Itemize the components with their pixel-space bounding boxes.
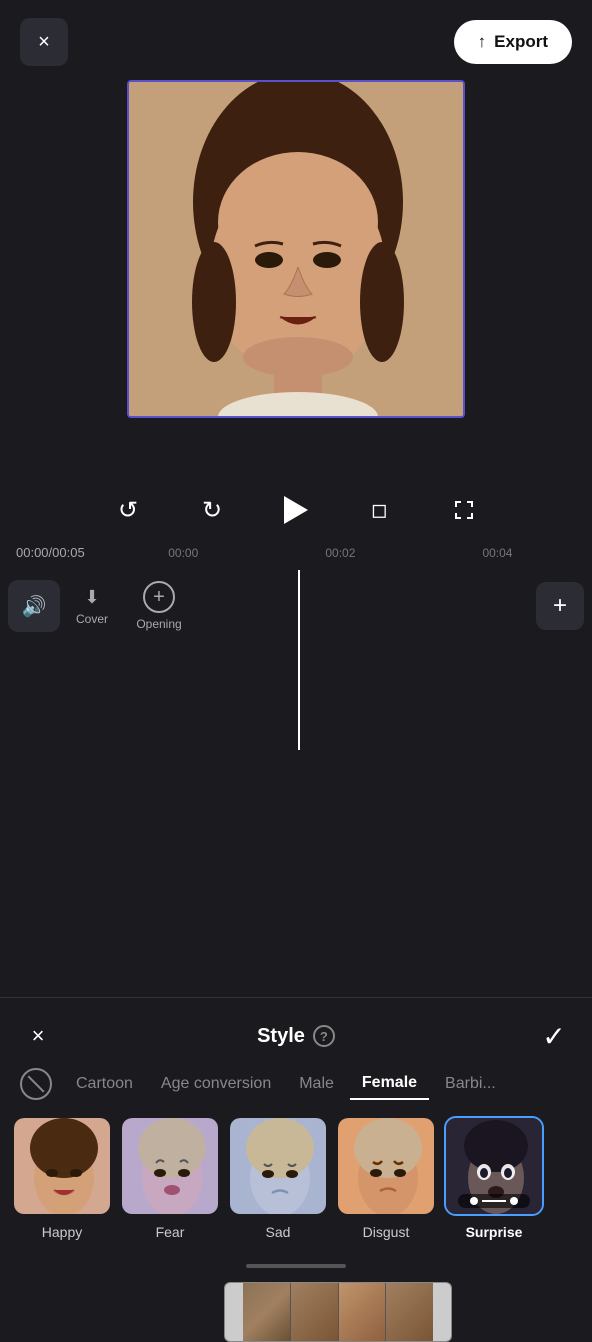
help-icon[interactable]: ? (313, 1025, 335, 1047)
style-item-disgust[interactable]: Disgust (336, 1116, 436, 1240)
style-panel: × Style ? ✓ Cartoon Age conversion Male … (0, 997, 592, 1280)
style-header: × Style ? ✓ (0, 998, 592, 1068)
clip-handle-left (225, 1282, 243, 1342)
style-label-sad: Sad (266, 1224, 291, 1240)
play-icon (284, 496, 308, 524)
style-item-happy[interactable]: Happy (12, 1116, 112, 1240)
opening-label: Opening (136, 617, 181, 631)
style-thumb-sad (228, 1116, 328, 1216)
style-item-fear[interactable]: Fear (120, 1116, 220, 1240)
clip-thumb-1 (243, 1283, 290, 1341)
redo-button[interactable]: ↻ (190, 488, 234, 532)
cover-icon: ⬇ (84, 587, 99, 608)
category-age-conversion[interactable]: Age conversion (149, 1069, 283, 1099)
clip-thumb-3 (339, 1283, 386, 1341)
style-item-sad[interactable]: Sad (228, 1116, 328, 1240)
fullscreen-button[interactable] (442, 488, 486, 532)
style-thumb-happy (12, 1116, 112, 1216)
cover-button[interactable]: ⬇ Cover (68, 579, 116, 634)
no-style-line (28, 1076, 45, 1093)
video-clip[interactable]: 3.0s (224, 1282, 452, 1342)
style-thumb-disgust (336, 1116, 436, 1216)
clip-thumbnails (243, 1283, 433, 1341)
style-thumb-surprise (444, 1116, 544, 1216)
video-preview (127, 80, 465, 418)
category-tabs: Cartoon Age conversion Male Female Barbi… (0, 1068, 592, 1100)
style-label-happy: Happy (42, 1224, 82, 1240)
style-thumb-fear (120, 1116, 220, 1216)
category-cartoon[interactable]: Cartoon (64, 1069, 145, 1099)
style-label-surprise: Surprise (466, 1224, 523, 1240)
track-row: 🔊 ⬇ Cover + Opening + (0, 570, 592, 642)
play-button[interactable] (274, 488, 318, 532)
category-barbie[interactable]: Barbi... (433, 1069, 508, 1099)
video-face (129, 82, 463, 416)
current-time: 00:00/00:05 (16, 545, 85, 560)
cover-label: Cover (76, 612, 108, 626)
time-mark-2: 00:02 (325, 546, 355, 560)
selected-dot (470, 1197, 478, 1205)
time-mark-4: 00:04 (482, 546, 512, 560)
undo-icon: ↺ (118, 496, 138, 525)
add-track-icon: + (553, 592, 567, 620)
export-label: Export (494, 32, 548, 52)
category-female[interactable]: Female (350, 1068, 429, 1100)
timeline-scrubber (298, 570, 300, 750)
scroll-indicator (246, 1264, 346, 1268)
timeline-track: 🔊 ⬇ Cover + Opening + 3.0s (0, 570, 592, 750)
style-confirm-icon: ✓ (542, 1020, 565, 1053)
selected-line (482, 1200, 506, 1202)
fullscreen-icon (452, 498, 476, 522)
opening-plus-icon: + (143, 581, 175, 613)
volume-icon: 🔊 (22, 594, 47, 619)
style-cancel-icon: × (32, 1023, 45, 1049)
redo-icon: ↻ (202, 496, 222, 525)
close-icon: × (38, 31, 50, 54)
volume-button[interactable]: 🔊 (8, 580, 60, 632)
style-title: Style ? (257, 1025, 335, 1048)
magic-icon: ◇ (363, 493, 397, 527)
top-bar: × ↑ Export (0, 0, 592, 84)
style-label-disgust: Disgust (363, 1224, 410, 1240)
time-mark-0: 00:00 (168, 546, 198, 560)
clip-thumb-4 (386, 1283, 433, 1341)
category-male[interactable]: Male (287, 1069, 346, 1099)
style-cancel-button[interactable]: × (20, 1018, 56, 1054)
playback-controls: ↺ ↻ ◇ (0, 488, 592, 532)
close-button[interactable]: × (20, 18, 68, 66)
undo-button[interactable]: ↺ (106, 488, 150, 532)
face-preview-svg (129, 82, 465, 418)
style-confirm-button[interactable]: ✓ (536, 1018, 572, 1054)
clip-thumb-2 (291, 1283, 338, 1341)
timeline-bar: 00:00/00:05 00:00 00:02 00:04 (0, 545, 592, 560)
no-style-icon[interactable] (20, 1068, 52, 1100)
export-button[interactable]: ↑ Export (454, 20, 572, 64)
magic-button[interactable]: ◇ (358, 488, 402, 532)
opening-button[interactable]: + Opening (124, 573, 194, 639)
style-label-fear: Fear (156, 1224, 185, 1240)
selected-dot-2 (510, 1197, 518, 1205)
clip-handle-right (433, 1282, 451, 1342)
style-grid: Happy Fear (0, 1108, 592, 1256)
export-icon: ↑ (478, 32, 487, 52)
style-item-surprise[interactable]: Surprise (444, 1116, 544, 1240)
add-track-button[interactable]: + (536, 582, 584, 630)
selected-indicator (458, 1194, 530, 1208)
